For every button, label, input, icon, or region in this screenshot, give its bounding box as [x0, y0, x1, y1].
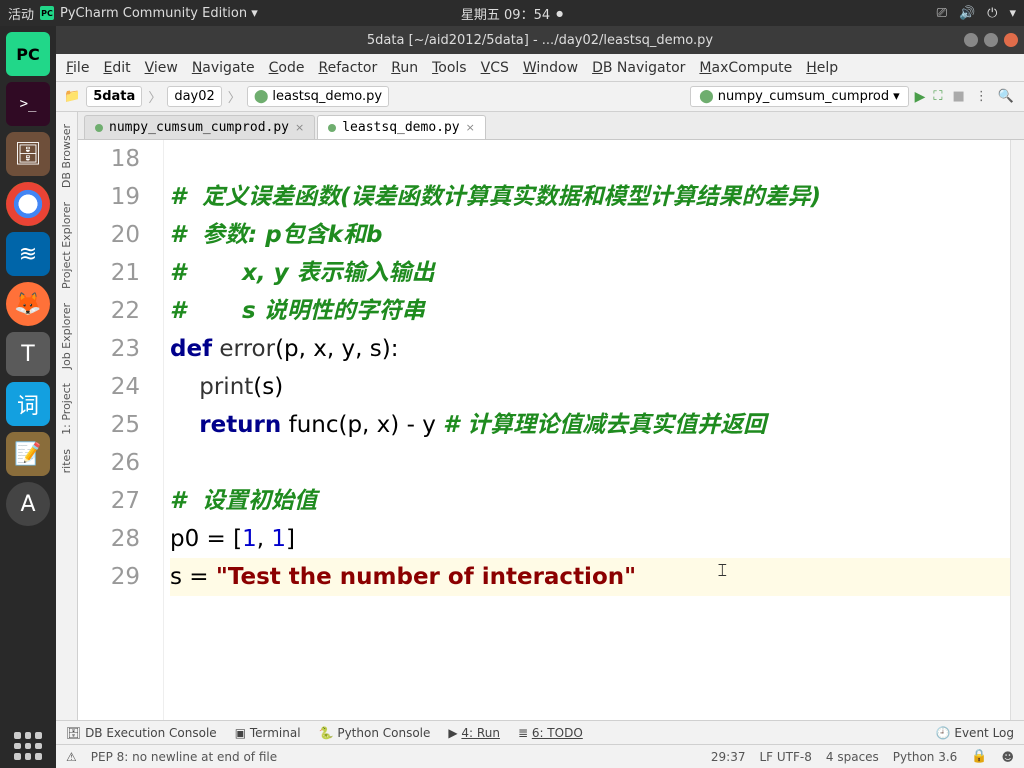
stop-button[interactable]: ■ — [951, 89, 967, 104]
activities-label[interactable]: 活动 — [8, 4, 34, 23]
event-log-tab[interactable]: 🕘 Event Log — [936, 726, 1014, 740]
menu-edit[interactable]: Edit — [103, 60, 130, 76]
editor-tab-leastsq_demo-py[interactable]: leastsq_demo.py × — [317, 115, 486, 139]
code-line-18[interactable] — [170, 140, 1024, 178]
terminal-tab[interactable]: ▣ Terminal — [235, 726, 301, 740]
menu-tools[interactable]: Tools — [432, 60, 467, 76]
ubuntu-top-bar: 活动 PC PyCharm Community Edition ▾ 星期五 09… — [0, 0, 1024, 26]
chevron-down-icon: ▾ — [893, 89, 900, 104]
text-cursor-icon: 𝙸 — [716, 552, 729, 590]
inspection-icon[interactable]: ⚠ — [66, 750, 77, 764]
ubuntu-dock: PC >_ 🗄 ≋ 🦊 T 词 📝 A — [0, 26, 56, 768]
tray-chevron-icon[interactable]: ▾ — [1009, 6, 1016, 21]
code-line-29[interactable]: s = "Test the number of interaction" — [170, 558, 1024, 596]
run-tab[interactable]: ▶ 4: Run — [448, 726, 500, 740]
menu-maxcompute[interactable]: MaxCompute — [699, 60, 792, 76]
menu-navigate[interactable]: Navigate — [192, 60, 255, 76]
status-message: PEP 8: no newline at end of file — [91, 750, 277, 764]
window-maximize-button[interactable] — [984, 33, 998, 47]
menu-vcs[interactable]: VCS — [481, 60, 509, 76]
code-line-27[interactable]: # 设置初始值 — [170, 482, 1024, 520]
code-line-25[interactable]: return func(p, x) - y # 计算理论值减去真实值并返回 — [170, 406, 1024, 444]
window-minimize-button[interactable] — [964, 33, 978, 47]
code-line-22[interactable]: # s 说明性的字符串 — [170, 292, 1024, 330]
project-explorer-tab[interactable]: Project Explorer — [58, 196, 75, 295]
todo-tab[interactable]: ≣ 6: TODO — [518, 726, 583, 740]
tray-network-icon[interactable]: ⎚ — [937, 6, 947, 21]
code-line-24[interactable]: print(s) — [170, 368, 1024, 406]
app-title[interactable]: PyCharm Community Edition ▾ — [60, 6, 258, 21]
menu-db-navigator[interactable]: DB Navigator — [592, 60, 685, 76]
titlebar: 5data [~/aid2012/5data] - .../day02/leas… — [56, 26, 1024, 54]
code-editor[interactable]: 181920212223242526272829 # 定义误差函数(误差函数计算… — [78, 140, 1024, 720]
status-bar: ⚠ PEP 8: no newline at end of file 29:37… — [56, 744, 1024, 768]
code-line-26[interactable] — [170, 444, 1024, 482]
dock-firefox[interactable]: 🦊 — [6, 282, 50, 326]
run-button[interactable]: ▶ — [915, 89, 926, 105]
menu-window[interactable]: Window — [523, 60, 578, 76]
window-title: 5data [~/aid2012/5data] - .../day02/leas… — [367, 33, 713, 48]
dock-chrome[interactable] — [6, 182, 50, 226]
code-line-20[interactable]: # 参数: p包含k和b — [170, 216, 1024, 254]
close-icon[interactable]: × — [466, 121, 475, 134]
code-line-21[interactable]: # x, y 表示输入输出 — [170, 254, 1024, 292]
dock-show-apps[interactable] — [6, 724, 50, 768]
menu-refactor[interactable]: Refactor — [318, 60, 377, 76]
lock-icon[interactable]: 🔒 — [971, 749, 987, 764]
tray-volume-icon[interactable]: 🔊 — [959, 6, 975, 21]
gutter: 181920212223242526272829 — [78, 140, 154, 720]
dock-files[interactable]: 🗄 — [6, 132, 50, 176]
indent[interactable]: 4 spaces — [826, 750, 879, 764]
editor-tabs: numpy_cumsum_cumprod.py ×leastsq_demo.py… — [78, 112, 1024, 140]
hector-icon[interactable]: ☻ — [1001, 750, 1014, 764]
bottom-tool-tabs: 🗄 DB Execution Console ▣ Terminal 🐍 Pyth… — [56, 720, 1024, 744]
code-line-23[interactable]: def error(p, x, y, s): — [170, 330, 1024, 368]
dock-software-updater[interactable]: A — [6, 482, 50, 526]
menu-help[interactable]: Help — [806, 60, 838, 76]
window-close-button[interactable] — [1004, 33, 1018, 47]
menu-run[interactable]: Run — [391, 60, 418, 76]
db-exec-console-tab[interactable]: 🗄 DB Execution Console — [66, 726, 217, 740]
code-line-19[interactable]: # 定义误差函数(误差函数计算真实数据和模型计算结果的差异) — [170, 178, 1024, 216]
vertical-scrollbar[interactable] — [1010, 140, 1024, 720]
dock-terminal[interactable]: >_ — [6, 82, 50, 126]
close-icon[interactable]: × — [295, 121, 304, 134]
menu-code[interactable]: Code — [269, 60, 305, 76]
editor-area: numpy_cumsum_cumprod.py ×leastsq_demo.py… — [78, 112, 1024, 720]
left-tool-strip: DB Browser Project Explorer Job Explorer… — [56, 112, 78, 720]
code-line-28[interactable]: p0 = [1, 1] — [170, 520, 1024, 558]
dock-notes[interactable]: 📝 — [6, 432, 50, 476]
dock-text-editor[interactable]: T — [6, 332, 50, 376]
menu-view[interactable]: View — [145, 60, 178, 76]
dock-dictionary[interactable]: 词 — [6, 382, 50, 426]
menu-file[interactable]: File — [66, 60, 89, 76]
dock-pycharm[interactable]: PC — [6, 32, 50, 76]
clock: 星期五 09：54 — [461, 4, 550, 23]
search-icon[interactable]: 🔍 — [996, 89, 1016, 104]
pycharm-mini-icon: PC — [40, 6, 54, 20]
run-config-select[interactable]: ⬤ numpy_cumsum_cumprod ▾ — [690, 86, 908, 107]
navigation-bar: 📁 5data 〉 day02 〉 ⬤ leastsq_demo.py ⬤ nu… — [56, 82, 1024, 112]
job-explorer-tab[interactable]: Job Explorer — [58, 297, 75, 375]
favorites-tab[interactable]: rites — [58, 443, 75, 479]
menubar: File Edit View Navigate Code Refactor Run Tools… — [56, 54, 1024, 82]
caret-position[interactable]: 29:37 — [711, 750, 746, 764]
python-console-tab[interactable]: 🐍 Python Console — [319, 726, 431, 740]
encoding[interactable]: LF UTF-8 — [760, 750, 812, 764]
tray-power-icon[interactable]: ⏻ — [987, 6, 997, 21]
breadcrumb-file[interactable]: ⬤ leastsq_demo.py — [247, 86, 389, 107]
dock-vscode[interactable]: ≋ — [6, 232, 50, 276]
pycharm-window: 5data [~/aid2012/5data] - .../day02/leas… — [56, 26, 1024, 768]
editor-tab-numpy_cumsum_cumprod-py[interactable]: numpy_cumsum_cumprod.py × — [84, 115, 315, 139]
more-icon[interactable]: ⋮ — [973, 89, 990, 104]
fold-strip — [154, 140, 164, 720]
project-tab[interactable]: 1: Project — [58, 377, 75, 441]
interpreter[interactable]: Python 3.6 — [893, 750, 958, 764]
breadcrumb-folder[interactable]: day02 — [167, 86, 221, 107]
breadcrumb-root[interactable]: 5data — [86, 86, 142, 107]
debug-button[interactable]: ⛶ — [931, 89, 944, 104]
db-browser-tab[interactable]: DB Browser — [58, 118, 75, 194]
